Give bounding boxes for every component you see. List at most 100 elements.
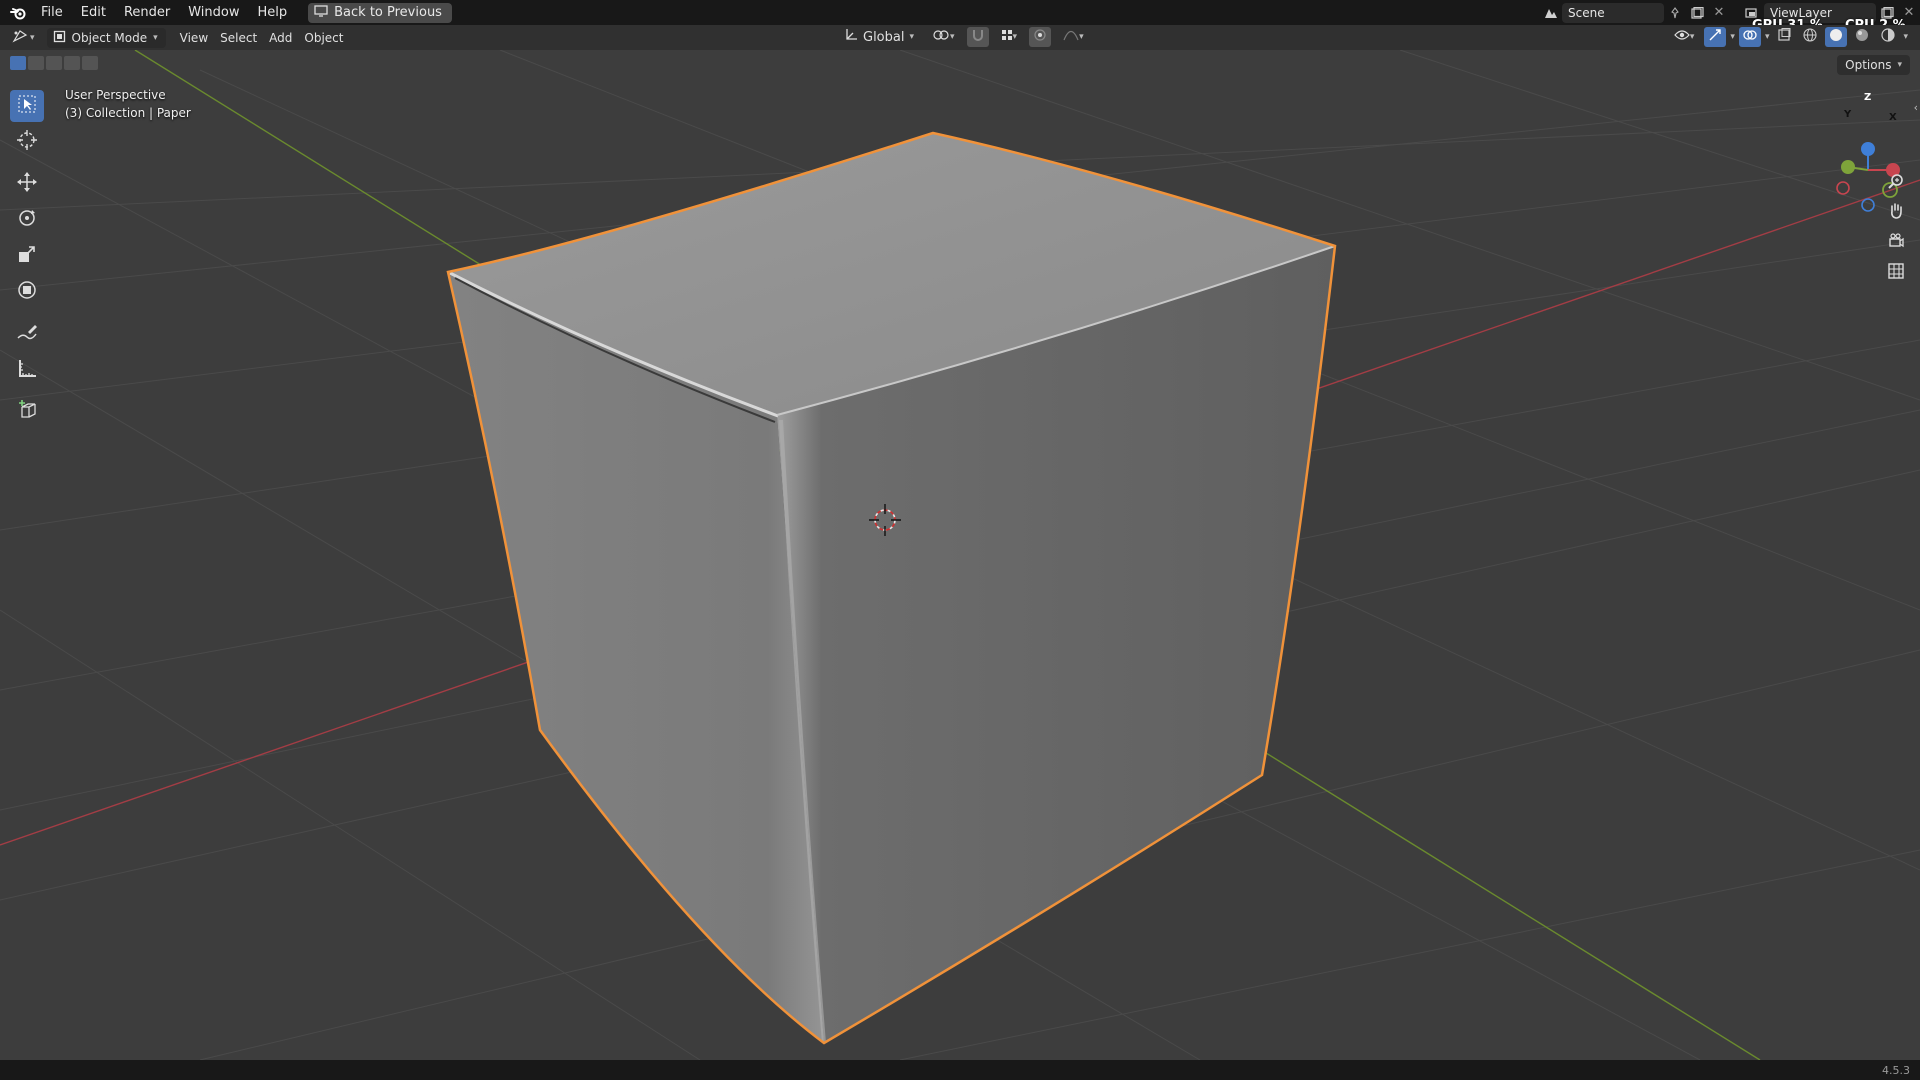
- solid-sphere-icon: [1829, 28, 1843, 46]
- hand-icon: [1887, 202, 1905, 224]
- move-arrows-icon: [16, 171, 38, 197]
- gizmo-z-label[interactable]: Z: [1864, 92, 1871, 103]
- pan-button[interactable]: [1882, 200, 1910, 226]
- 3d-viewport[interactable]: [0, 50, 1920, 1060]
- snap-toggle[interactable]: [966, 27, 989, 47]
- scale-tool[interactable]: [10, 240, 44, 272]
- visibility-button[interactable]: ▾: [1668, 27, 1701, 47]
- falloff-curve-icon: [1063, 29, 1079, 45]
- object-mode-select[interactable]: Object Mode ▾: [46, 27, 166, 48]
- editor-type-button[interactable]: ▾: [6, 28, 41, 48]
- menu-window[interactable]: Window: [179, 0, 248, 25]
- camera-icon: [1887, 232, 1905, 254]
- gizmo-y-label[interactable]: Y: [1844, 109, 1851, 120]
- select-extend-button[interactable]: [28, 56, 44, 70]
- chevron-down-icon: ▾: [1689, 32, 1695, 42]
- chevron-down-icon: ▾: [950, 32, 955, 42]
- gizmo-icon: [1708, 28, 1722, 46]
- chevron-down-icon[interactable]: ▾: [1903, 32, 1908, 42]
- chevron-down-icon[interactable]: ▾: [1730, 32, 1735, 42]
- scale-icon: [16, 243, 38, 269]
- scene-name: Scene: [1568, 5, 1605, 20]
- overlays-icon: [1743, 28, 1757, 46]
- cursor-tool[interactable]: [10, 126, 44, 158]
- options-label: Options: [1845, 58, 1892, 72]
- menu-view[interactable]: View: [174, 28, 214, 48]
- back-to-previous-button[interactable]: Back to Previous: [308, 2, 452, 23]
- xray-toggle[interactable]: [1773, 27, 1795, 47]
- chevron-down-icon: ▾: [153, 32, 158, 43]
- screen-icon: [314, 4, 328, 21]
- select-invert-button[interactable]: [64, 56, 80, 70]
- viewport-display-tools: ▾ ▾ ▾ ▾: [1668, 27, 1908, 47]
- select-subtract-button[interactable]: [46, 56, 62, 70]
- object-mode-icon: [53, 30, 66, 46]
- camera-view-button[interactable]: [1882, 230, 1910, 256]
- orientation-axes-icon: [844, 28, 858, 46]
- annotate-tool[interactable]: [10, 318, 44, 350]
- add-cube-tool[interactable]: [10, 396, 44, 428]
- rendered-shading-button[interactable]: [1877, 27, 1899, 47]
- navigation-buttons: [1882, 170, 1910, 286]
- rendered-sphere-icon: [1881, 28, 1896, 46]
- select-new-button[interactable]: [10, 56, 26, 70]
- proportional-falloff-button[interactable]: ▾: [1057, 27, 1090, 47]
- menu-select[interactable]: Select: [214, 28, 263, 48]
- chevron-down-icon[interactable]: ▾: [1765, 32, 1770, 42]
- eye-icon: [1674, 29, 1690, 45]
- viewport-info: User Perspective (3) Collection | Paper: [65, 86, 191, 122]
- rotate-icon: [16, 207, 38, 233]
- pivot-icon: [932, 28, 950, 46]
- rotate-tool[interactable]: [10, 204, 44, 236]
- viewport-scene: [0, 50, 1920, 1060]
- chevron-left-icon[interactable]: ‹: [1914, 101, 1918, 114]
- show-overlays-toggle[interactable]: [1738, 27, 1761, 47]
- chevron-down-icon: ▾: [1079, 32, 1084, 42]
- tool-shelf: [8, 88, 46, 430]
- proportional-edit-icon: [1034, 29, 1046, 45]
- menu-edit[interactable]: Edit: [72, 0, 115, 25]
- options-dropdown[interactable]: Options ▾: [1837, 55, 1910, 75]
- solid-shading-button[interactable]: [1825, 27, 1848, 47]
- selection-mode-buttons: [10, 56, 98, 70]
- menu-object[interactable]: Object: [298, 28, 349, 48]
- delete-scene-icon[interactable]: ✕: [1708, 3, 1730, 23]
- scene-browse-icon[interactable]: [1540, 3, 1562, 23]
- menu-help[interactable]: Help: [249, 0, 297, 25]
- show-gizmo-toggle[interactable]: [1704, 27, 1727, 47]
- pin-icon[interactable]: [1664, 3, 1686, 23]
- transform-tools: Global ▾ ▾ ▾ ▾: [838, 27, 1090, 47]
- menu-add[interactable]: Add: [263, 28, 298, 48]
- proportional-editing-toggle[interactable]: [1029, 27, 1052, 47]
- menu-file[interactable]: File: [32, 0, 72, 25]
- snap-target-button[interactable]: ▾: [995, 27, 1024, 47]
- back-to-previous-label: Back to Previous: [334, 5, 442, 20]
- snap-grid-icon: [1001, 29, 1013, 45]
- move-tool[interactable]: [10, 168, 44, 200]
- chevron-down-icon: ▾: [909, 32, 915, 42]
- select-intersect-button[interactable]: [82, 56, 98, 70]
- cursor-arrow-icon: [17, 94, 37, 118]
- gizmo-x-label[interactable]: X: [1889, 112, 1897, 123]
- new-scene-icon[interactable]: [1686, 3, 1708, 23]
- measure-tool[interactable]: [10, 354, 44, 386]
- chevron-down-icon: ▾: [1897, 60, 1902, 70]
- transform-orientation-select[interactable]: Global ▾: [838, 27, 920, 47]
- menu-render[interactable]: Render: [115, 0, 179, 25]
- select-box-tool[interactable]: [10, 90, 44, 122]
- version-label: 4.5.3: [1882, 1063, 1910, 1077]
- status-bar: 4.5.3: [0, 1060, 1920, 1080]
- zoom-button[interactable]: [1882, 170, 1910, 196]
- pencil-icon: [16, 321, 38, 347]
- pivot-point-button[interactable]: ▾: [926, 27, 961, 47]
- material-preview-button[interactable]: [1851, 27, 1873, 47]
- perspective-label: User Perspective: [65, 88, 166, 102]
- transform-tool[interactable]: [10, 276, 44, 308]
- chevron-down-icon: ▾: [30, 32, 35, 43]
- magnet-icon: [971, 28, 985, 46]
- blender-logo-icon[interactable]: [4, 0, 32, 25]
- wireframe-shading-button[interactable]: [1799, 27, 1821, 47]
- wireframe-sphere-icon: [1803, 28, 1818, 46]
- scene-field[interactable]: Scene: [1562, 2, 1664, 23]
- orthographic-toggle[interactable]: [1882, 260, 1910, 286]
